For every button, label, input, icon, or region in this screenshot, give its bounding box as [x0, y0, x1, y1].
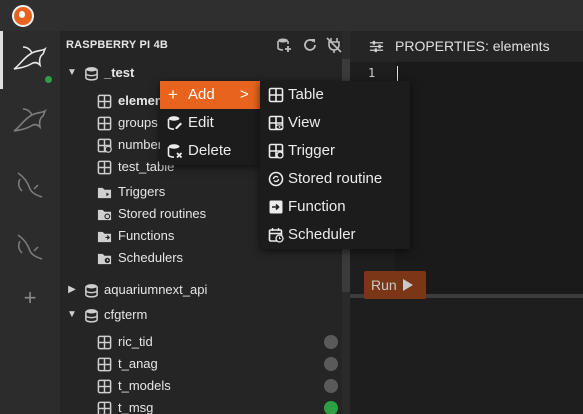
folder-label: Schedulers [118, 250, 184, 265]
mysql-dolphin-icon [17, 234, 43, 260]
table-with-trigger-icon [97, 138, 112, 153]
table-icon [97, 94, 112, 109]
routine-icon [268, 171, 284, 187]
menu-label: Stored routine [288, 170, 383, 187]
table-cog-icon [268, 143, 284, 159]
title-bar [0, 0, 583, 31]
schema-name: _test [104, 65, 135, 80]
table-row[interactable]: t_msg [60, 397, 342, 414]
calendar-clock-icon [268, 228, 284, 243]
context-menu: + Add > Edit Delete [160, 81, 260, 165]
run-label: Run [371, 277, 397, 293]
submenu-item-stored-routine[interactable]: Stored routine [260, 165, 410, 193]
text-cursor [397, 66, 398, 81]
schema-aquariumnext-api[interactable]: ▶ aquariumnext_api [60, 279, 342, 301]
table-icon [97, 160, 112, 175]
menu-label: Add [188, 86, 215, 103]
menu-label: View [288, 114, 321, 131]
add-submenu: Table View Trigger Stored routine Functi… [260, 81, 410, 249]
table-name: ric_tid [118, 334, 153, 349]
connection-2[interactable] [0, 93, 60, 151]
explorer-header: RASPBERRY PI 4B [60, 31, 342, 59]
database-add-icon[interactable] [276, 37, 292, 53]
menu-label: Table [288, 86, 324, 103]
table-row[interactable]: t_anag [60, 353, 342, 375]
refresh-icon[interactable] [302, 37, 318, 53]
editor-tab-title: PROPERTIES: elements [395, 38, 550, 54]
table-icon [97, 357, 112, 372]
add-connection-button[interactable]: + [20, 287, 40, 309]
mysql-dolphin-icon [17, 172, 43, 198]
table-icon [97, 401, 112, 414]
folder-label: Stored routines [118, 206, 207, 221]
database-icon [85, 309, 98, 323]
chevron-down-icon: ▼ [67, 309, 77, 320]
folder-function-icon [97, 231, 112, 243]
table-icon [97, 116, 112, 131]
table-name: groups [118, 115, 158, 130]
folder-label: Triggers [118, 184, 166, 199]
app-logo-icon [12, 5, 34, 27]
menu-label: Delete [188, 142, 232, 159]
folder-routine-icon [97, 209, 112, 221]
sliders-icon [369, 40, 384, 53]
table-eye-icon [268, 115, 284, 131]
table-icon [268, 87, 284, 103]
submenu-item-function[interactable]: Function [260, 193, 410, 221]
menu-label: Scheduler [288, 226, 356, 243]
schema-cfgterm[interactable]: ▼ cfgterm [60, 304, 342, 326]
table-name: t_anag [118, 356, 158, 371]
disconnect-icon[interactable] [326, 37, 342, 53]
submenu-item-scheduler[interactable]: Scheduler [260, 221, 410, 249]
folder-scheduler-icon [97, 253, 112, 265]
folder-schedulers[interactable]: Schedulers [60, 247, 342, 269]
database-icon [85, 284, 98, 298]
connections-bar: + [0, 31, 60, 414]
submenu-item-view[interactable]: View [260, 109, 410, 137]
connection-status-dot [45, 76, 52, 83]
line-number: 1 [368, 66, 376, 80]
database-edit-icon [167, 116, 182, 130]
table-row[interactable]: ric_tid [60, 331, 342, 353]
mysql-dolphin-icon [13, 108, 47, 132]
menu-label: Trigger [288, 142, 335, 159]
database-remove-icon [167, 144, 183, 159]
menu-label: Edit [188, 114, 214, 131]
table-row[interactable]: t_models [60, 375, 342, 397]
menu-label: Function [288, 198, 346, 215]
database-icon [85, 67, 98, 81]
connection-title: RASPBERRY PI 4B [66, 39, 169, 51]
table-name: t_msg [118, 400, 154, 414]
connection-4[interactable] [0, 217, 60, 275]
submenu-item-trigger[interactable]: Trigger [260, 137, 410, 165]
table-status-dot [324, 379, 338, 393]
schema-name: cfgterm [104, 307, 148, 322]
submenu-item-table[interactable]: Table [260, 81, 410, 109]
play-icon [403, 279, 413, 291]
plus-icon: + [168, 85, 178, 104]
menu-item-add[interactable]: + Add > [160, 81, 260, 109]
connection-3[interactable] [0, 155, 60, 213]
chevron-right-icon: > [240, 86, 249, 103]
table-status-dot [324, 357, 338, 371]
editor-tab[interactable]: PROPERTIES: elements [350, 31, 583, 62]
folder-label: Functions [118, 228, 175, 243]
table-icon [97, 335, 112, 350]
mysql-dolphin-icon [13, 46, 47, 70]
table-name: t_models [118, 378, 171, 393]
connection-raspberry-pi[interactable] [0, 31, 60, 89]
table-status-dot [324, 335, 338, 349]
chevron-right-icon: ▶ [68, 284, 76, 295]
table-status-dot [324, 401, 338, 414]
table-icon [97, 379, 112, 394]
menu-item-edit[interactable]: Edit [160, 109, 260, 137]
function-icon [269, 200, 283, 214]
chevron-down-icon: ▼ [67, 67, 77, 78]
menu-item-delete[interactable]: Delete [160, 137, 260, 165]
folder-trigger-icon [97, 187, 112, 199]
schema-name: aquariumnext_api [104, 282, 208, 297]
run-button[interactable]: Run [364, 271, 426, 299]
